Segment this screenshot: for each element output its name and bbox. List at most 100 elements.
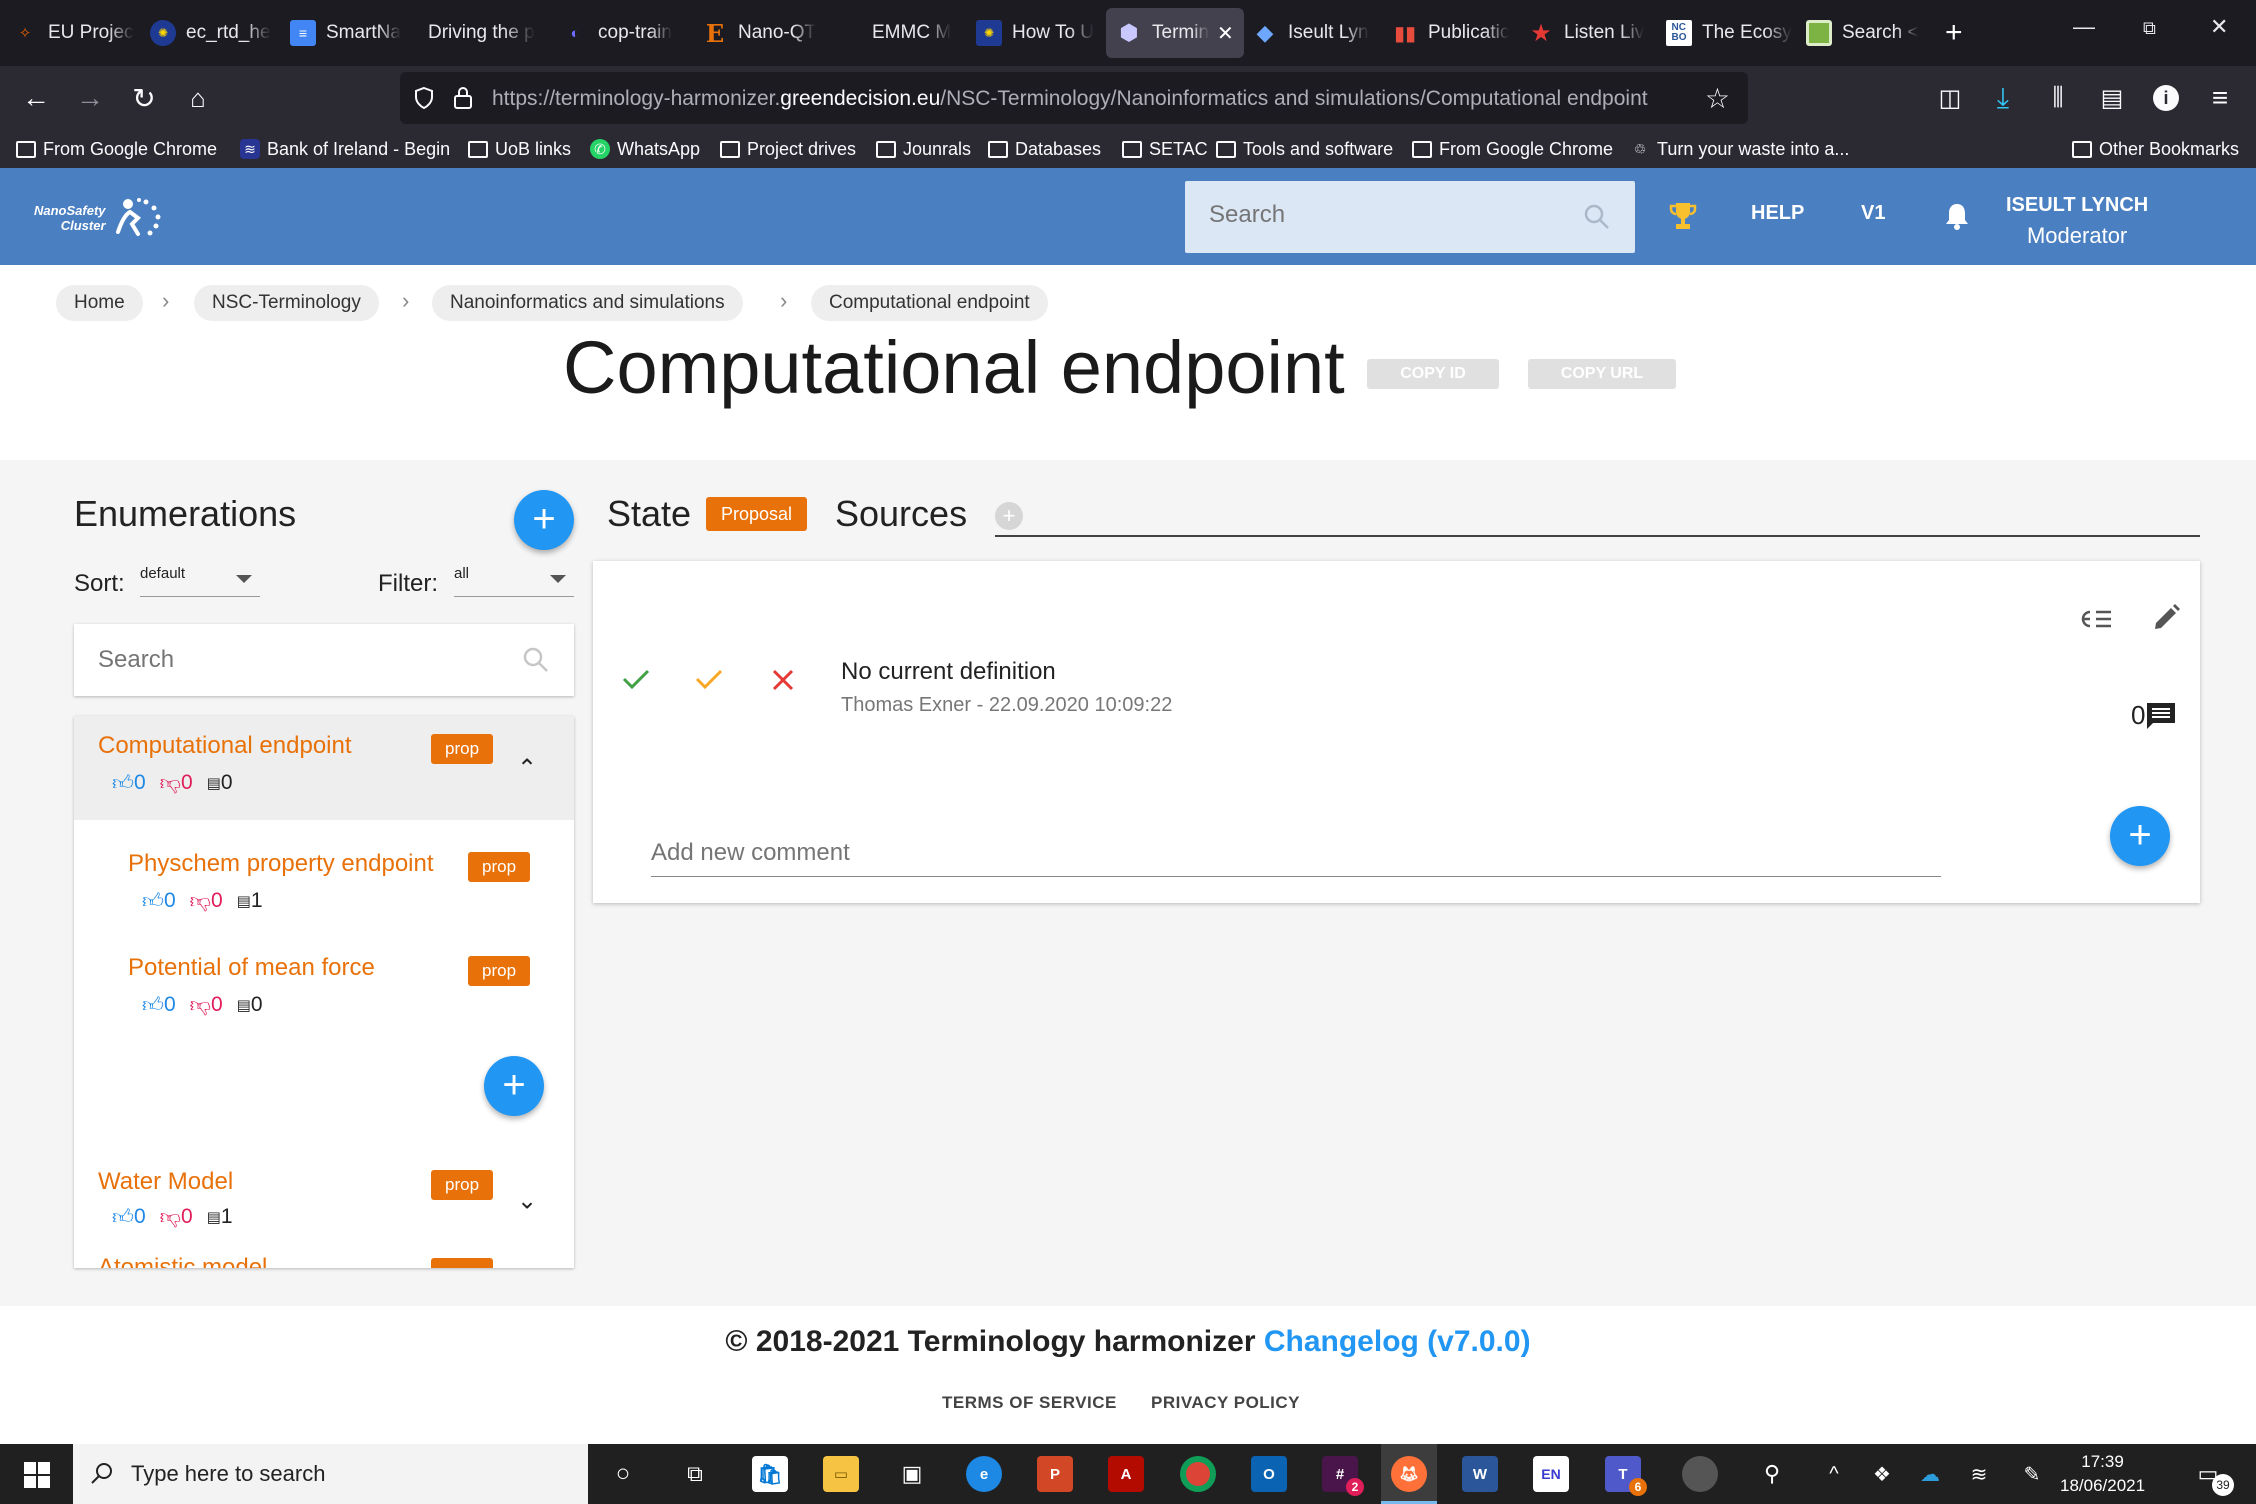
- trophy-icon[interactable]: [1668, 200, 1698, 232]
- enumeration-name[interactable]: Physchem property endpoint: [128, 850, 434, 878]
- notification-icon[interactable]: ▭ 39: [2190, 1456, 2234, 1496]
- reload-button[interactable]: ↻: [126, 80, 162, 116]
- enumeration-item-selected[interactable]: Computational endpoint prop 👍︎ 0 👎︎ 0 ▤ 0 ⌃: [74, 716, 574, 820]
- back-button[interactable]: ←: [18, 80, 54, 116]
- comment-input[interactable]: [651, 833, 1941, 867]
- browser-tab[interactable]: EMMC M: [872, 8, 951, 58]
- browser-tab[interactable]: ✺ How To U: [976, 8, 1094, 58]
- chevron-up-tray-icon[interactable]: ^: [1816, 1456, 1852, 1492]
- bookmark-folder[interactable]: From Google Chrome: [1412, 135, 1613, 163]
- partial-check-icon[interactable]: [694, 667, 724, 691]
- lock-icon[interactable]: [452, 85, 474, 111]
- downvote-button[interactable]: 👎︎ 0: [190, 888, 223, 914]
- pen-icon[interactable]: ✎: [2014, 1456, 2050, 1492]
- chevron-up-icon[interactable]: ⌃: [517, 754, 537, 783]
- help-button[interactable]: HELP: [1751, 202, 1804, 225]
- header-search-input[interactable]: [1209, 201, 1569, 229]
- terms-link[interactable]: TERMS OF SERVICE: [942, 1393, 1117, 1413]
- bell-icon[interactable]: [1943, 201, 1971, 231]
- task-view-icon[interactable]: ⧉: [677, 1456, 713, 1492]
- taskbar-search[interactable]: Type here to search: [73, 1444, 588, 1504]
- outlook-icon[interactable]: O: [1251, 1456, 1287, 1492]
- chevron-down-icon[interactable]: ⌃: [517, 1184, 537, 1213]
- edge-icon[interactable]: e: [966, 1456, 1002, 1492]
- browser-tab[interactable]: ◐ cop-train: [562, 8, 671, 58]
- breadcrumb-current[interactable]: Computational endpoint: [811, 285, 1048, 321]
- restore-icon[interactable]: ⧉: [2143, 18, 2156, 39]
- bookmark-folder[interactable]: Databases: [988, 135, 1101, 163]
- upvote-button[interactable]: 👍︎ 0: [112, 770, 146, 796]
- bookmark-folder[interactable]: Project drives: [720, 135, 856, 163]
- edit-pencil-icon[interactable]: [2151, 603, 2181, 633]
- close-window-icon[interactable]: ✕: [2210, 14, 2228, 40]
- download-icon[interactable]: ⤓: [1985, 80, 2021, 116]
- onedrive-icon[interactable]: ☁: [1912, 1456, 1948, 1492]
- search-icon[interactable]: [522, 646, 550, 674]
- breadcrumb-home[interactable]: Home: [56, 285, 143, 321]
- breadcrumb-nanoinformatics[interactable]: Nanoinformatics and simulations: [432, 285, 743, 321]
- downvote-button[interactable]: 👎︎ 0: [190, 992, 223, 1018]
- sort-select[interactable]: default: [140, 565, 260, 597]
- approve-check-icon[interactable]: [621, 667, 651, 691]
- search-icon[interactable]: [1583, 203, 1611, 231]
- bookmark-folder[interactable]: From Google Chrome: [16, 135, 217, 163]
- user-menu[interactable]: ISEULT LYNCH Moderator: [2006, 194, 2148, 249]
- browser-tab[interactable]: ≡ SmartNa: [290, 8, 401, 58]
- enumeration-name[interactable]: Computational endpoint: [98, 732, 352, 760]
- url-bar[interactable]: https://terminology-harmonizer.greendeci…: [400, 72, 1748, 124]
- new-tab-button[interactable]: +: [1945, 16, 1963, 50]
- add-enumeration-button[interactable]: +: [514, 490, 574, 550]
- bookmark-folder[interactable]: UoB links: [468, 135, 571, 163]
- library-icon[interactable]: ⫼: [2040, 80, 2076, 116]
- bookmark-link[interactable]: ≋ Bank of Ireland - Begin: [240, 135, 450, 163]
- enumeration-item[interactable]: Water Model prop 👍︎ 0 👎︎ 0 ▤ 1 ⌃: [74, 1136, 574, 1240]
- enumeration-item[interactable]: Potential of mean force prop 👍︎ 0 👎︎ 0 ▤ 0: [74, 924, 574, 1028]
- browser-tab[interactable]: ▮▮ Publicatic: [1392, 8, 1509, 58]
- taskbar-clock[interactable]: 17:39 18/06/2021: [2060, 1450, 2145, 1498]
- enumeration-search[interactable]: [74, 624, 574, 696]
- sidebar-icon[interactable]: ▤: [2094, 80, 2130, 116]
- privacy-link[interactable]: PRIVACY POLICY: [1151, 1393, 1300, 1413]
- word-icon[interactable]: W: [1462, 1456, 1498, 1492]
- user-avatar[interactable]: [1682, 1456, 1718, 1492]
- store-icon[interactable]: 🛍︎: [752, 1456, 788, 1492]
- cortana-icon[interactable]: ○: [605, 1456, 641, 1492]
- upvote-button[interactable]: 👍︎ 0: [142, 888, 176, 914]
- reject-x-icon[interactable]: [770, 667, 796, 693]
- compare-list-icon[interactable]: [2080, 606, 2114, 634]
- pocket-icon[interactable]: ◫: [1932, 80, 1968, 116]
- wifi-icon[interactable]: ≋: [1961, 1456, 1997, 1492]
- add-comment-button[interactable]: +: [2110, 806, 2170, 866]
- bookmark-folder[interactable]: Jounrals: [876, 135, 971, 163]
- copy-id-button[interactable]: COPY ID: [1367, 359, 1499, 389]
- browser-tab[interactable]: ✺ ec_rtd_he: [150, 8, 271, 58]
- people-icon[interactable]: ⚲: [1754, 1456, 1790, 1492]
- enumeration-name[interactable]: Water Model: [98, 1168, 233, 1196]
- bookmark-folder[interactable]: SETAC: [1122, 135, 1208, 163]
- browser-tab[interactable]: Search <: [1806, 8, 1919, 58]
- comments-counter[interactable]: 0: [2131, 700, 2177, 731]
- browser-tab[interactable]: E Nano-QT: [702, 8, 816, 58]
- changelog-link[interactable]: Changelog (v7.0.0): [1264, 1325, 1531, 1358]
- browser-tab[interactable]: Driving the p: [428, 8, 535, 58]
- home-button[interactable]: ⌂: [180, 80, 216, 116]
- windows-start-icon[interactable]: [24, 1462, 50, 1488]
- info-icon[interactable]: i: [2148, 80, 2184, 116]
- enumeration-item[interactable]: Physchem property endpoint prop 👍︎ 0 👎︎ 0 …: [74, 820, 574, 924]
- browser-tab[interactable]: ✧ EU Projec: [12, 8, 134, 58]
- bookmark-link[interactable]: ✆ WhatsApp: [590, 135, 700, 163]
- bookmark-star-icon[interactable]: ☆: [1705, 82, 1730, 115]
- breadcrumb-nsc-terminology[interactable]: NSC-Terminology: [194, 285, 379, 321]
- browser-tab[interactable]: ★ Listen Liv: [1528, 8, 1644, 58]
- version-button[interactable]: V1: [1861, 202, 1885, 225]
- chrome-icon[interactable]: [1180, 1456, 1216, 1492]
- enumeration-name[interactable]: Potential of mean force: [128, 954, 375, 982]
- upvote-button[interactable]: 👍︎ 0: [112, 1204, 146, 1230]
- screen-icon[interactable]: ▣: [894, 1456, 930, 1492]
- endnote-icon[interactable]: EN: [1533, 1456, 1569, 1492]
- enumeration-search-input[interactable]: [98, 646, 498, 674]
- enumeration-name[interactable]: Atomistic model: [98, 1254, 267, 1268]
- comment-field[interactable]: [651, 833, 1941, 877]
- header-search[interactable]: [1185, 181, 1635, 253]
- add-child-enumeration-button[interactable]: +: [484, 1056, 544, 1116]
